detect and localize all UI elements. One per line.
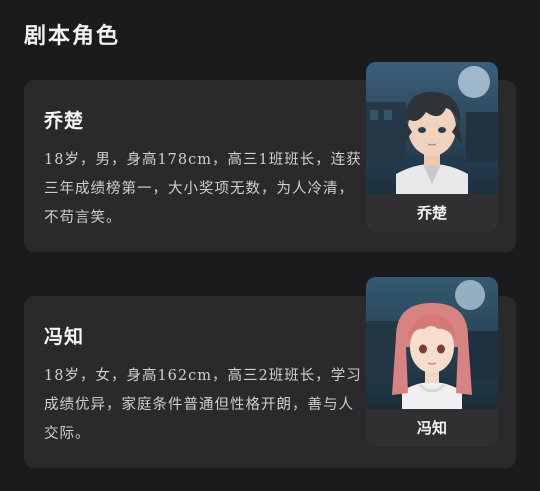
character-name: 冯知 <box>44 326 85 348</box>
portrait-label: 冯知 <box>366 409 498 447</box>
character-portrait-qiaochu[interactable]: 乔楚 <box>366 62 498 232</box>
character-description: 18岁，男，身高178cm，高三1班班长，连获三年成绩榜第一，大小奖项无数，为人… <box>44 152 362 226</box>
character-name: 乔楚 <box>44 110 85 132</box>
female-student-portrait-icon <box>366 277 498 409</box>
character-description: 18岁，女，身高162cm，高三2班班长，学习成绩优异，家庭条件普通但性格开朗，… <box>44 368 362 442</box>
section-title: 剧本角色 <box>24 23 121 49</box>
portrait-label: 乔楚 <box>366 194 498 232</box>
character-portrait-fengzhi[interactable]: 冯知 <box>366 277 498 447</box>
male-student-portrait-icon <box>366 62 498 194</box>
